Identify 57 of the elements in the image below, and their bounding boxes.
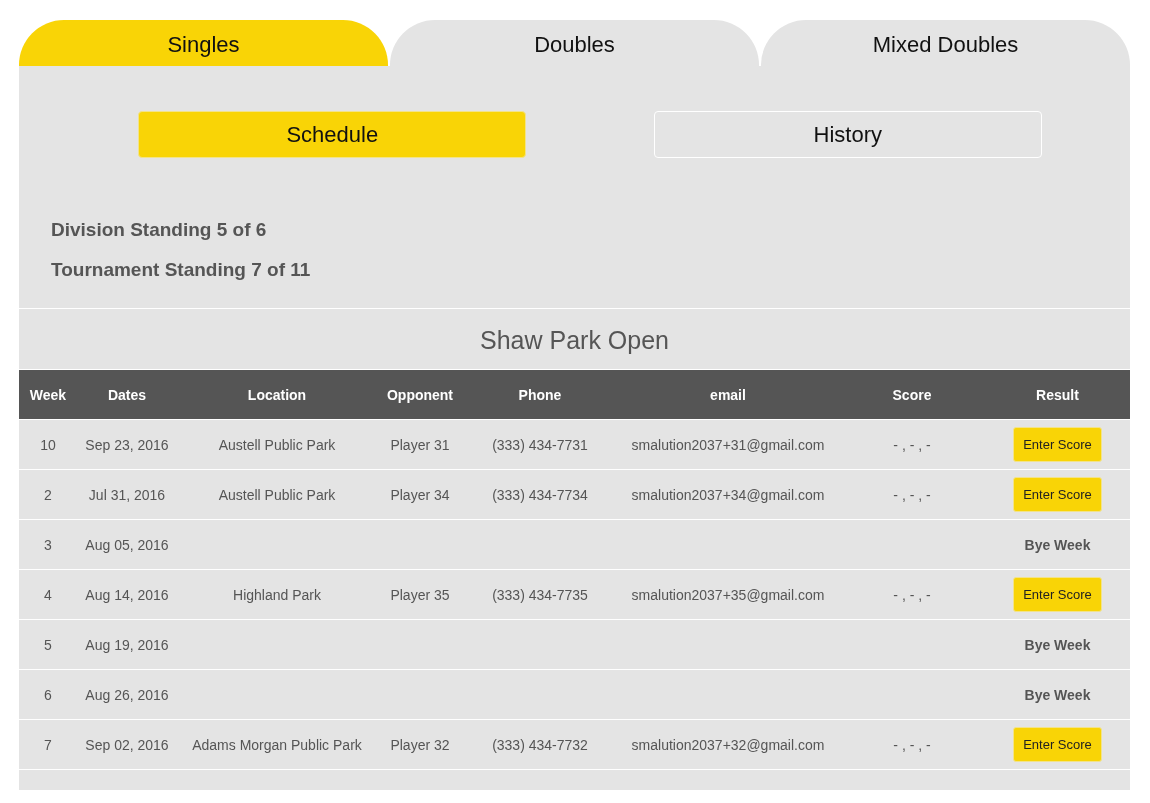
table-cell: (333) 434-7734: [492, 486, 588, 503]
table-cell: Highland Park: [233, 586, 321, 603]
tournament-title: Shaw Park Open: [479, 325, 670, 356]
table-cell: smalution2037+35@gmail.com: [631, 586, 825, 603]
table-cell: Adams Morgan Public Park: [192, 736, 362, 753]
column-header: Phone: [517, 386, 563, 403]
table-cell: Player 35: [390, 586, 450, 603]
column-header: email: [709, 386, 747, 403]
table-cell: smalution2037+34@gmail.com: [631, 486, 825, 503]
table-cell: Sep 02, 2016: [85, 736, 169, 753]
column-header: Week: [28, 386, 68, 403]
table-cell: Aug 05, 2016: [85, 536, 169, 553]
table-cell: Bye Week: [1024, 686, 1091, 703]
tab[interactable]: Mixed Doubles: [761, 20, 1130, 66]
table-cell: 3: [44, 536, 52, 553]
table-cell: Aug 26, 2016: [85, 686, 169, 703]
table-cell: Bye Week: [1024, 536, 1091, 553]
table-cell: Player 32: [390, 736, 450, 753]
table-cell: Sep 23, 2016: [85, 436, 169, 453]
table-cell: smalution2037+31@gmail.com: [631, 436, 825, 453]
table-cell: Player 34: [390, 486, 450, 503]
tab[interactable]: Singles: [19, 20, 388, 66]
subtab[interactable]: History: [653, 111, 1042, 158]
tab[interactable]: Doubles: [390, 20, 759, 66]
table-cell: (333) 434-7731: [492, 436, 588, 453]
standing-text: Division Standing 5 of 6: [51, 218, 268, 242]
table-cell: Jul 31, 2016: [88, 486, 166, 503]
enter-score-button[interactable]: Enter Score: [1013, 427, 1102, 462]
table-cell: (333) 434-7735: [492, 586, 588, 603]
enter-score-button[interactable]: Enter Score: [1013, 577, 1102, 612]
table-cell: 5: [44, 636, 52, 653]
table-cell: Austell Public Park: [218, 436, 336, 453]
enter-score-button[interactable]: Enter Score: [1013, 727, 1102, 762]
table-cell: (333) 434-7732: [492, 736, 588, 753]
table-cell: Austell Public Park: [218, 486, 336, 503]
table-cell: smalution2037+32@gmail.com: [631, 736, 825, 753]
subtab[interactable]: Schedule: [138, 111, 527, 158]
table-cell: Aug 19, 2016: [85, 636, 169, 653]
column-header: Score: [891, 386, 933, 403]
table-cell: - , - , -: [893, 486, 931, 503]
standing-text: Tournament Standing 7 of 11: [51, 258, 312, 282]
enter-score-button[interactable]: Enter Score: [1013, 477, 1102, 512]
table-cell: Aug 14, 2016: [85, 586, 169, 603]
table-cell: - , - , -: [893, 436, 931, 453]
table-cell: - , - , -: [893, 586, 931, 603]
column-header: Dates: [106, 386, 148, 403]
table-cell: - , - , -: [893, 736, 931, 753]
table-cell: Bye Week: [1024, 636, 1091, 653]
table-cell: 10: [40, 436, 56, 453]
table-cell: 7: [44, 736, 52, 753]
table-cell: 6: [44, 686, 52, 703]
column-header: Opponent: [385, 386, 455, 403]
table-cell: Player 31: [390, 436, 450, 453]
column-header: Result: [1035, 386, 1080, 403]
column-header: Location: [246, 386, 308, 403]
table-cell: 2: [44, 486, 52, 503]
table-cell: 4: [44, 586, 52, 603]
